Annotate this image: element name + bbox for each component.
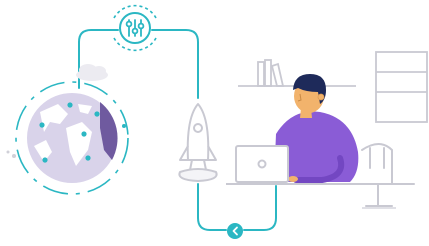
laptop-icon bbox=[226, 145, 296, 185]
window bbox=[375, 51, 428, 123]
sliders-icon bbox=[125, 19, 145, 37]
sliders-node bbox=[113, 4, 157, 52]
globe-icon bbox=[6, 81, 129, 195]
illustration-canvas bbox=[0, 0, 429, 246]
rocket-icon bbox=[178, 103, 218, 182]
cloud-icon bbox=[76, 64, 108, 81]
chevron-node bbox=[227, 223, 243, 239]
illustration-scene bbox=[6, 4, 428, 239]
